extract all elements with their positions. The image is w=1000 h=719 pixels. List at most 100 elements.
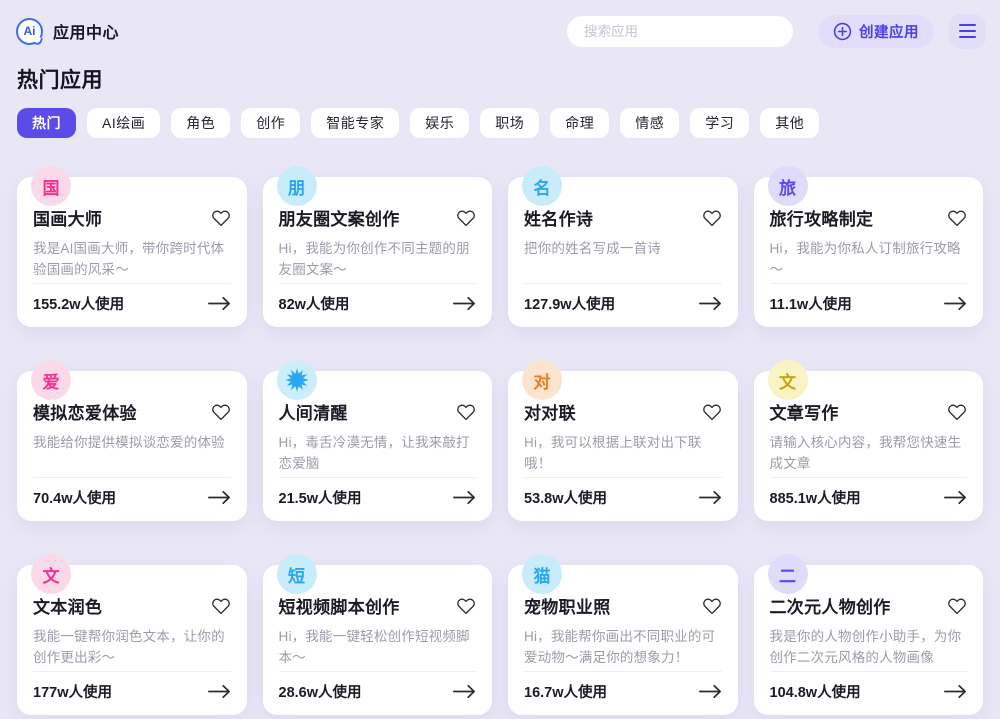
card-footer: 127.9w人使用 (524, 283, 722, 314)
open-app-arrow-button[interactable] (452, 684, 476, 700)
favorite-heart-button[interactable] (456, 402, 476, 422)
open-app-arrow-button[interactable] (698, 296, 722, 312)
app-title-text: 模拟恋爱体验 (33, 399, 137, 424)
page-title: 热门应用 (17, 64, 1000, 94)
plus-circle-icon (833, 22, 852, 41)
category-tab-4[interactable]: 智能专家 (311, 108, 399, 138)
category-tab-7[interactable]: 命理 (550, 108, 609, 138)
category-tab-3[interactable]: 创作 (241, 108, 300, 138)
hamburger-menu-button[interactable] (949, 14, 986, 49)
open-app-arrow-button[interactable] (207, 684, 231, 700)
app-description: Hi，我能为你创作不同主题的朋友圈文案～ (279, 238, 477, 281)
category-tab-5[interactable]: 娱乐 (410, 108, 469, 138)
open-app-arrow-button[interactable] (943, 296, 967, 312)
app-title-text: 朋友圈文案创作 (279, 205, 400, 230)
category-tab-8[interactable]: 情感 (620, 108, 679, 138)
heart-icon (702, 402, 722, 421)
app-description: 我是AI国画大师，带你跨时代体验国画的风采～ (33, 238, 231, 281)
category-tab-2[interactable]: 角色 (171, 108, 230, 138)
menu-bar (959, 36, 976, 39)
open-app-arrow-button[interactable] (452, 490, 476, 506)
favorite-heart-button[interactable] (456, 596, 476, 616)
search-input[interactable] (567, 16, 793, 47)
app-badge-icon: 文 (31, 554, 71, 594)
open-app-arrow-button[interactable] (943, 684, 967, 700)
app-badge-text: 文 (43, 562, 60, 587)
arrow-right-icon (698, 684, 722, 699)
card-title-row: 对对联 (524, 399, 722, 424)
card-title-row: 姓名作诗 (524, 205, 722, 230)
usage-count: 53.8w人使用 (524, 487, 607, 508)
app-card-wrap: 文 文本润色 我能一键帮你润色文本，让你的创作更出彩～ 177w人使用 (17, 554, 247, 715)
category-tab-6[interactable]: 职场 (480, 108, 539, 138)
app-badge-icon: 文 (768, 360, 808, 400)
app-title-text: 短视频脚本创作 (279, 593, 400, 618)
category-tab-0[interactable]: 热门 (17, 108, 76, 138)
app-badge-icon: 二 (768, 554, 808, 594)
favorite-heart-button[interactable] (702, 208, 722, 228)
app-badge-icon: 对 (522, 360, 562, 400)
app-badge-icon (277, 360, 317, 400)
category-tab-9[interactable]: 学习 (690, 108, 749, 138)
app-card-wrap: 旅 旅行攻略制定 Hi，我能为你私人订制旅行攻略～ 11.1w人使用 (754, 166, 984, 327)
usage-count: 177w人使用 (33, 681, 112, 702)
app-description: Hi，我可以根据上联对出下联哦！ (524, 432, 722, 475)
favorite-heart-button[interactable] (702, 402, 722, 422)
open-app-arrow-button[interactable] (943, 490, 967, 506)
app-card-wrap: 国 国画大师 我是AI国画大师，带你跨时代体验国画的风采～ 155.2w人使用 (17, 166, 247, 327)
usage-count: 21.5w人使用 (279, 487, 362, 508)
app-badge-text: 旅 (779, 174, 796, 199)
favorite-heart-button[interactable] (947, 596, 967, 616)
heart-icon (947, 402, 967, 421)
app-description: Hi，我能为你私人订制旅行攻略～ (770, 238, 968, 281)
app-badge-icon: 短 (277, 554, 317, 594)
card-footer: 104.8w人使用 (770, 671, 968, 702)
card-footer: 16.7w人使用 (524, 671, 722, 702)
app-badge-text: 文 (779, 368, 796, 393)
card-footer: 885.1w人使用 (770, 477, 968, 508)
create-app-label: 创建应用 (859, 21, 919, 42)
app-card-wrap: 对 对对联 Hi，我可以根据上联对出下联哦！ 53.8w人使用 (508, 360, 738, 521)
favorite-heart-button[interactable] (211, 596, 231, 616)
arrow-right-icon (698, 490, 722, 505)
card-footer: 11.1w人使用 (770, 283, 968, 314)
favorite-heart-button[interactable] (947, 402, 967, 422)
card-title-row: 文章写作 (770, 399, 968, 424)
arrow-right-icon (207, 296, 231, 311)
open-app-arrow-button[interactable] (698, 684, 722, 700)
open-app-arrow-button[interactable] (698, 490, 722, 506)
heart-icon (211, 402, 231, 421)
favorite-heart-button[interactable] (211, 402, 231, 422)
app-badge-text: 朋 (288, 174, 305, 199)
app-title: 应用中心 (53, 19, 119, 43)
app-title-text: 文章写作 (770, 399, 839, 424)
category-tab-1[interactable]: AI绘画 (87, 108, 160, 138)
app-card-wrap: 名 姓名作诗 把你的姓名写成一首诗 127.9w人使用 (508, 166, 738, 327)
app-badge-icon: 国 (31, 166, 71, 206)
card-footer: 177w人使用 (33, 671, 231, 702)
favorite-heart-button[interactable] (947, 208, 967, 228)
favorite-heart-button[interactable] (211, 208, 231, 228)
favorite-heart-button[interactable] (456, 208, 476, 228)
app-logo-icon: Ai (16, 18, 43, 45)
arrow-right-icon (452, 296, 476, 311)
open-app-arrow-button[interactable] (207, 296, 231, 312)
usage-count: 82w人使用 (279, 293, 350, 314)
open-app-arrow-button[interactable] (207, 490, 231, 506)
usage-count: 70.4w人使用 (33, 487, 116, 508)
app-description: Hi，我能一键轻松创作短视频脚本～ (279, 626, 477, 669)
app-description: 我是你的人物创作小助手，为你创作二次元风格的人物画像 (770, 626, 968, 669)
top-bar: Ai 应用中心 创建应用 (0, 0, 1000, 49)
favorite-heart-button[interactable] (702, 596, 722, 616)
app-badge-text: 国 (43, 174, 60, 199)
arrow-right-icon (698, 296, 722, 311)
open-app-arrow-button[interactable] (452, 296, 476, 312)
usage-count: 11.1w人使用 (770, 293, 852, 314)
heart-icon (456, 596, 476, 615)
category-tab-10[interactable]: 其他 (760, 108, 819, 138)
category-tabs: 热门 AI绘画 角色 创作 智能专家 娱乐 职场 命理 情感 学习 其他 (17, 108, 983, 138)
usage-count: 104.8w人使用 (770, 681, 861, 702)
create-app-button[interactable]: 创建应用 (818, 15, 934, 48)
app-title-text: 姓名作诗 (524, 205, 593, 230)
arrow-right-icon (452, 490, 476, 505)
